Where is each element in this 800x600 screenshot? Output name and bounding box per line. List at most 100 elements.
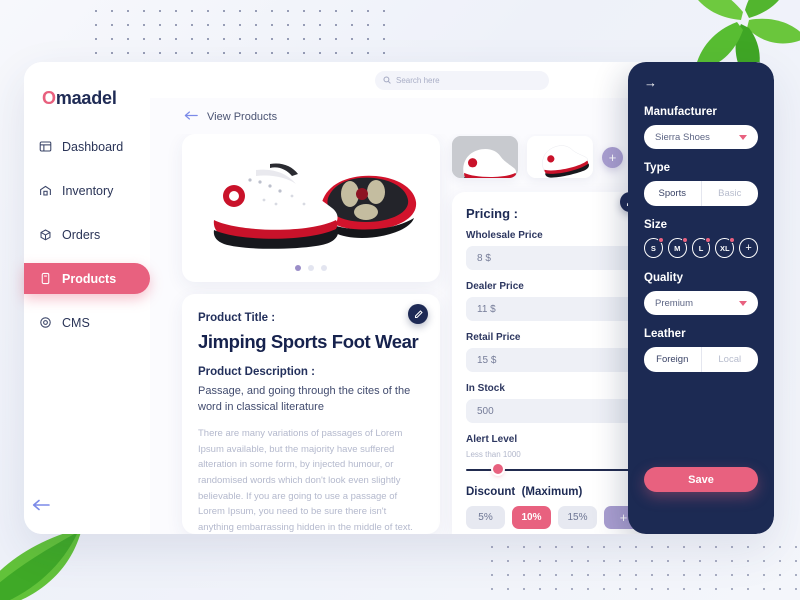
pricing-card: Pricing : Wholesale Price 8 $ Dealer Pri…: [452, 192, 652, 534]
dot-grid-bottom: [484, 540, 800, 600]
orders-icon: [38, 227, 53, 242]
product-description-lead: Passage, and going through the cites of …: [198, 385, 411, 413]
sidebar-item-products[interactable]: Products: [24, 263, 150, 294]
size-chip-label: M: [674, 243, 681, 253]
cms-icon: [38, 315, 53, 330]
sidebar-item-inventory[interactable]: Inventory: [24, 175, 150, 206]
dashboard-icon: [38, 139, 53, 154]
leather-option-foreign[interactable]: Foreign: [644, 347, 701, 372]
size-chip-xl[interactable]: XL: [715, 237, 736, 258]
inventory-icon: [38, 183, 53, 198]
size-chip-s[interactable]: S: [644, 237, 664, 258]
carousel-dot[interactable]: [308, 265, 314, 271]
dot-grid-top: [88, 4, 388, 70]
carousel-dot[interactable]: [321, 265, 327, 271]
sidebar: Omaadel Dashboard Inventory Orders Produ…: [24, 62, 150, 534]
product-info-column: Product Title : Jimping Sports Foot Wear…: [182, 134, 440, 534]
sidebar-item-label: Inventory: [62, 183, 114, 198]
remove-size-badge[interactable]: [705, 237, 712, 243]
thumbnail-item[interactable]: [527, 136, 593, 178]
size-chip-label: L: [698, 243, 704, 253]
size-chip-label: S: [650, 243, 656, 253]
main-area: Search here View Products Product Title …: [150, 62, 774, 534]
size-chip-group: S M L XL +: [644, 237, 758, 258]
back-arrow-icon[interactable]: [184, 108, 198, 126]
slider-track: [466, 469, 638, 471]
sidebar-item-orders[interactable]: Orders: [24, 219, 150, 250]
logo-text: maadel: [55, 88, 117, 108]
type-label: Type: [644, 162, 670, 174]
sidebar-back-arrow[interactable]: [32, 498, 50, 516]
thumbnail-photo: [452, 136, 518, 178]
remove-size-badge[interactable]: [729, 237, 736, 243]
remove-size-badge[interactable]: [681, 237, 688, 243]
discount-chip-10[interactable]: 10%: [512, 506, 551, 529]
products-icon: [38, 271, 53, 286]
type-option-sports[interactable]: Sports: [644, 181, 701, 206]
alert-level-label: Alert Level: [466, 434, 518, 445]
product-info-card: Product Title : Jimping Sports Foot Wear…: [182, 294, 440, 534]
product-photo: [211, 163, 417, 249]
type-option-basic[interactable]: Basic: [702, 181, 759, 206]
wholesale-price-field[interactable]: 8 $: [466, 246, 638, 270]
app-logo: Omaadel: [24, 88, 150, 109]
sidebar-item-dashboard[interactable]: Dashboard: [24, 131, 150, 162]
app-window: Omaadel Dashboard Inventory Orders Produ…: [24, 62, 774, 534]
quality-select[interactable]: Premium: [644, 291, 758, 315]
pricing-column: + Pricing : Wholesale Price 8 $ Dealer P…: [452, 134, 652, 534]
discount-chip-group: 5% 10% 15% +: [466, 506, 643, 529]
size-chip-l[interactable]: L: [691, 237, 712, 258]
carousel-dots[interactable]: [182, 265, 440, 271]
discount-maximum-label: (Maximum): [521, 486, 583, 498]
discount-chip-5[interactable]: 5%: [466, 506, 505, 529]
dealer-price-label: Dealer Price: [466, 281, 524, 292]
dealer-price-field[interactable]: 11 $: [466, 297, 638, 321]
remove-size-badge[interactable]: [657, 237, 664, 243]
discount-label: Discount: [466, 486, 516, 498]
sidebar-item-label: Orders: [62, 227, 101, 242]
attributes-panel: → Manufacturer Sierra Shoes Type Sports …: [628, 62, 774, 534]
wholesale-price-label: Wholesale Price: [466, 230, 543, 241]
discount-heading: Discount (Maximum): [466, 486, 638, 498]
product-description-label: Product Description :: [198, 366, 315, 378]
save-button[interactable]: Save: [644, 467, 758, 492]
manufacturer-label: Manufacturer: [644, 106, 717, 118]
thumbnail-strip: +: [452, 134, 652, 180]
in-stock-label: In Stock: [466, 383, 505, 394]
search-input[interactable]: Search here: [375, 70, 549, 90]
breadcrumb-label[interactable]: View Products: [207, 111, 277, 123]
thumbnail-item[interactable]: [452, 136, 518, 178]
product-description-body: There are many variations of passages of…: [198, 427, 413, 533]
alert-level-hint: Less than 1000: [466, 450, 521, 459]
edit-product-info-button[interactable]: [408, 304, 428, 324]
discount-chip-15[interactable]: 15%: [558, 506, 597, 529]
alert-level-slider[interactable]: [466, 464, 638, 474]
size-chip-m[interactable]: M: [667, 237, 688, 258]
manufacturer-select[interactable]: Sierra Shoes: [644, 125, 758, 149]
size-chip-label: XL: [719, 243, 730, 253]
pricing-heading: Pricing :: [466, 206, 519, 221]
collapse-panel-icon[interactable]: →: [644, 75, 758, 90]
search-icon: [383, 71, 391, 89]
product-hero-image: [182, 134, 440, 282]
retail-price-label: Retail Price: [466, 332, 521, 343]
retail-price-field[interactable]: 15 $: [466, 348, 638, 372]
chevron-down-icon: [739, 300, 747, 306]
add-size-button[interactable]: +: [739, 238, 758, 258]
slider-handle[interactable]: [493, 464, 503, 474]
leather-option-local[interactable]: Local: [702, 347, 759, 372]
size-label: Size: [644, 219, 668, 231]
carousel-dot[interactable]: [295, 265, 301, 271]
sidebar-item-label: Dashboard: [62, 139, 124, 154]
manufacturer-value: Sierra Shoes: [655, 131, 710, 143]
sidebar-item-cms[interactable]: CMS: [24, 307, 150, 338]
type-toggle: Sports Basic: [644, 181, 758, 206]
in-stock-field[interactable]: 500: [466, 399, 638, 423]
thumbnail-photo: [527, 136, 593, 178]
logo-initial: O: [42, 88, 56, 108]
add-image-button[interactable]: +: [602, 146, 623, 168]
sidebar-item-label: Products: [62, 271, 117, 286]
leather-label: Leather: [644, 328, 686, 340]
sidebar-item-label: CMS: [62, 315, 90, 330]
search-placeholder: Search here: [396, 75, 440, 85]
